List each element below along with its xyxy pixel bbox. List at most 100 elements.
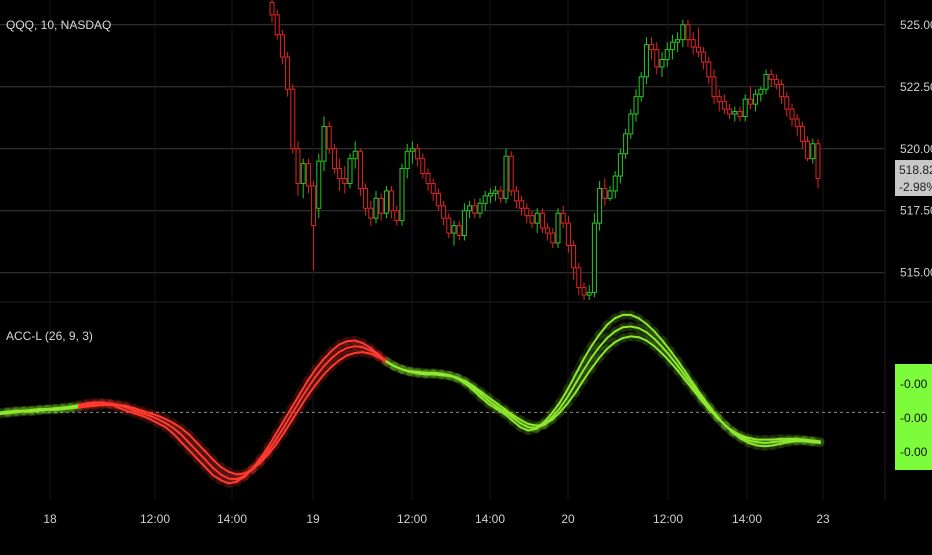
candle[interactable]: [649, 37, 655, 60]
candle[interactable]: [456, 220, 462, 241]
candle[interactable]: [472, 198, 478, 219]
candle[interactable]: [305, 158, 311, 194]
candle[interactable]: [373, 190, 379, 224]
candle[interactable]: [300, 158, 306, 199]
candle[interactable]: [279, 29, 285, 65]
candle[interactable]: [347, 153, 353, 189]
candle[interactable]: [737, 106, 743, 122]
candle[interactable]: [477, 198, 483, 219]
symbol-title[interactable]: QQQ, 10, NASDAQ: [6, 18, 111, 32]
candle[interactable]: [727, 104, 733, 120]
candle[interactable]: [623, 128, 629, 159]
candle[interactable]: [815, 138, 821, 189]
candle[interactable]: [394, 205, 400, 226]
candle[interactable]: [768, 69, 774, 87]
candle[interactable]: [789, 104, 795, 127]
candle[interactable]: [758, 86, 764, 102]
candle[interactable]: [721, 94, 727, 115]
candle[interactable]: [753, 89, 759, 112]
candle[interactable]: [295, 141, 301, 196]
price-axis[interactable]: 515.00 517.50 520.00 522.50 525.00 518.82 -2.9…: [895, 18, 932, 470]
candle[interactable]: [274, 9, 280, 40]
candle[interactable]: [441, 200, 447, 226]
candle[interactable]: [539, 208, 545, 234]
candle[interactable]: [534, 208, 540, 234]
candle[interactable]: [680, 19, 686, 48]
candle[interactable]: [519, 195, 525, 216]
candle[interactable]: [487, 188, 493, 204]
candle[interactable]: [591, 213, 597, 298]
candle[interactable]: [654, 42, 660, 75]
candle[interactable]: [378, 193, 384, 221]
candle[interactable]: [311, 180, 317, 271]
candle[interactable]: [571, 240, 577, 281]
candle[interactable]: [706, 57, 712, 85]
candle[interactable]: [285, 52, 291, 97]
time-axis[interactable]: 18 12:00 14:00 19 12:00 14:00 20 12:00 14:00 23: [43, 512, 830, 526]
candle[interactable]: [425, 168, 431, 191]
candle[interactable]: [576, 262, 582, 296]
candle[interactable]: [316, 153, 322, 219]
candle[interactable]: [415, 143, 421, 167]
candle[interactable]: [529, 210, 535, 229]
candle[interactable]: [602, 178, 608, 206]
candle[interactable]: [482, 190, 488, 211]
candle[interactable]: [643, 37, 649, 85]
candle[interactable]: [399, 163, 405, 226]
candle[interactable]: [732, 106, 738, 122]
indicator-title[interactable]: ACC-L (26, 9, 3): [6, 329, 93, 343]
candle[interactable]: [389, 185, 395, 219]
candle[interactable]: [701, 47, 707, 70]
candle[interactable]: [633, 89, 639, 122]
candle[interactable]: [716, 89, 722, 112]
candle[interactable]: [810, 138, 816, 164]
candle[interactable]: [321, 116, 327, 172]
candle[interactable]: [493, 185, 499, 201]
acc-line-3[interactable]: [0, 335, 821, 476]
candle[interactable]: [612, 171, 618, 199]
candle[interactable]: [467, 200, 473, 219]
candle[interactable]: [357, 148, 363, 196]
candle[interactable]: [669, 34, 675, 60]
candle[interactable]: [503, 148, 509, 204]
candle[interactable]: [664, 42, 670, 67]
candle[interactable]: [560, 205, 566, 229]
candle[interactable]: [607, 185, 613, 201]
candle[interactable]: [695, 27, 701, 58]
candle[interactable]: [617, 148, 623, 184]
candle[interactable]: [337, 158, 343, 191]
candle[interactable]: [747, 86, 753, 110]
candle[interactable]: [430, 178, 436, 201]
candle[interactable]: [383, 185, 389, 219]
candle[interactable]: [628, 109, 634, 139]
candle[interactable]: [784, 91, 790, 117]
candle[interactable]: [451, 220, 457, 246]
candle[interactable]: [550, 228, 556, 248]
candle[interactable]: [711, 69, 717, 105]
candle[interactable]: [352, 141, 358, 169]
candle[interactable]: [269, 0, 275, 23]
candle[interactable]: [435, 188, 441, 211]
candle[interactable]: [597, 180, 603, 231]
candle[interactable]: [331, 143, 337, 174]
candle[interactable]: [446, 213, 452, 239]
candle[interactable]: [565, 215, 571, 253]
candle[interactable]: [545, 223, 551, 241]
candle[interactable]: [524, 203, 530, 224]
candle[interactable]: [409, 141, 415, 164]
candle[interactable]: [508, 151, 514, 196]
candle[interactable]: [461, 203, 467, 241]
candle[interactable]: [586, 285, 592, 300]
candle[interactable]: [498, 185, 504, 204]
candle[interactable]: [581, 282, 587, 300]
acc-l-series[interactable]: [0, 310, 825, 488]
candle[interactable]: [290, 84, 296, 154]
candle[interactable]: [555, 208, 561, 248]
chart-canvas[interactable]: 515.00 517.50 520.00 522.50 525.00 518.82 -2.9…: [0, 0, 932, 550]
candle[interactable]: [805, 136, 811, 162]
candle[interactable]: [368, 200, 374, 226]
candle[interactable]: [342, 166, 348, 194]
candle[interactable]: [690, 32, 696, 55]
candle[interactable]: [799, 121, 805, 149]
candle[interactable]: [513, 185, 519, 209]
